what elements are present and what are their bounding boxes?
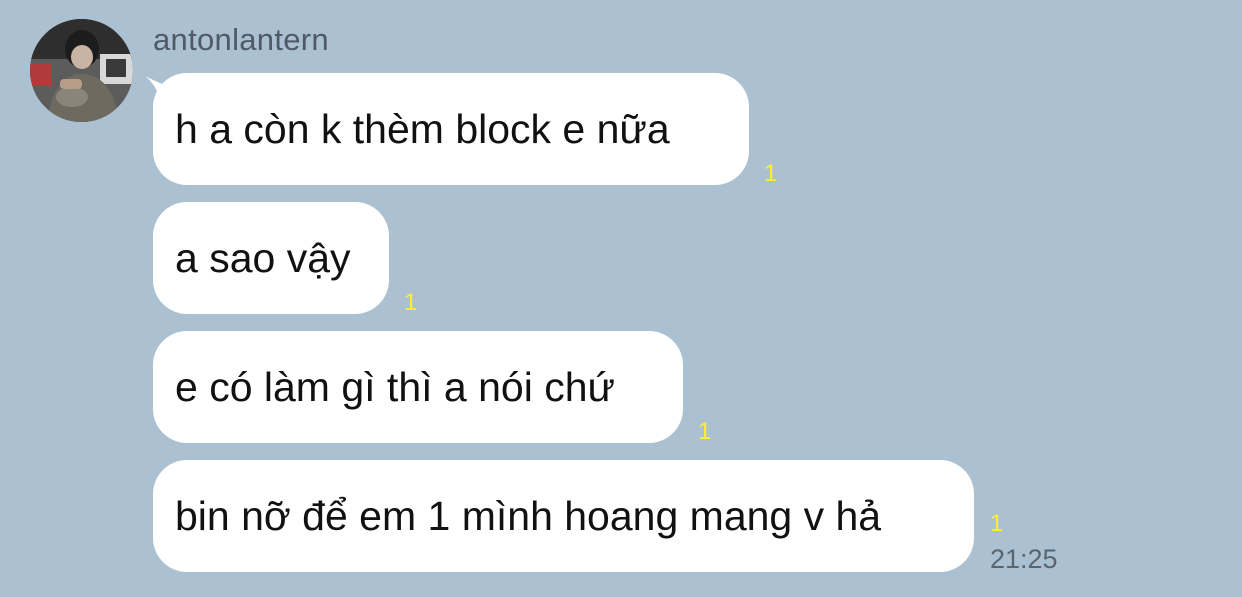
avatar-photo-icon: [30, 19, 133, 122]
message-bubble[interactable]: e có làm gì thì a nói chứ: [153, 331, 683, 443]
read-indicator: 1: [990, 510, 1004, 537]
message-timestamp: 21:25: [990, 544, 1058, 574]
message-text: e có làm gì thì a nói chứ: [175, 364, 615, 410]
chat-view: antonlantern h a còn k thèm block e nữa …: [0, 0, 1242, 597]
message-bubble[interactable]: bin nỡ để em 1 mình hoang mang v hả: [153, 460, 974, 572]
message-text: a sao vậy: [175, 235, 351, 281]
read-indicator: 1: [404, 289, 418, 316]
sender-avatar[interactable]: [30, 19, 133, 122]
message-bubble[interactable]: a sao vậy: [153, 202, 389, 314]
sender-name: antonlantern: [153, 22, 329, 57]
read-indicator: 1: [764, 160, 778, 187]
message-text: bin nỡ để em 1 mình hoang mang v hả: [175, 493, 882, 539]
message-bubble[interactable]: h a còn k thèm block e nữa: [153, 73, 749, 185]
read-indicator: 1: [698, 418, 712, 445]
message-text: h a còn k thèm block e nữa: [175, 106, 670, 152]
